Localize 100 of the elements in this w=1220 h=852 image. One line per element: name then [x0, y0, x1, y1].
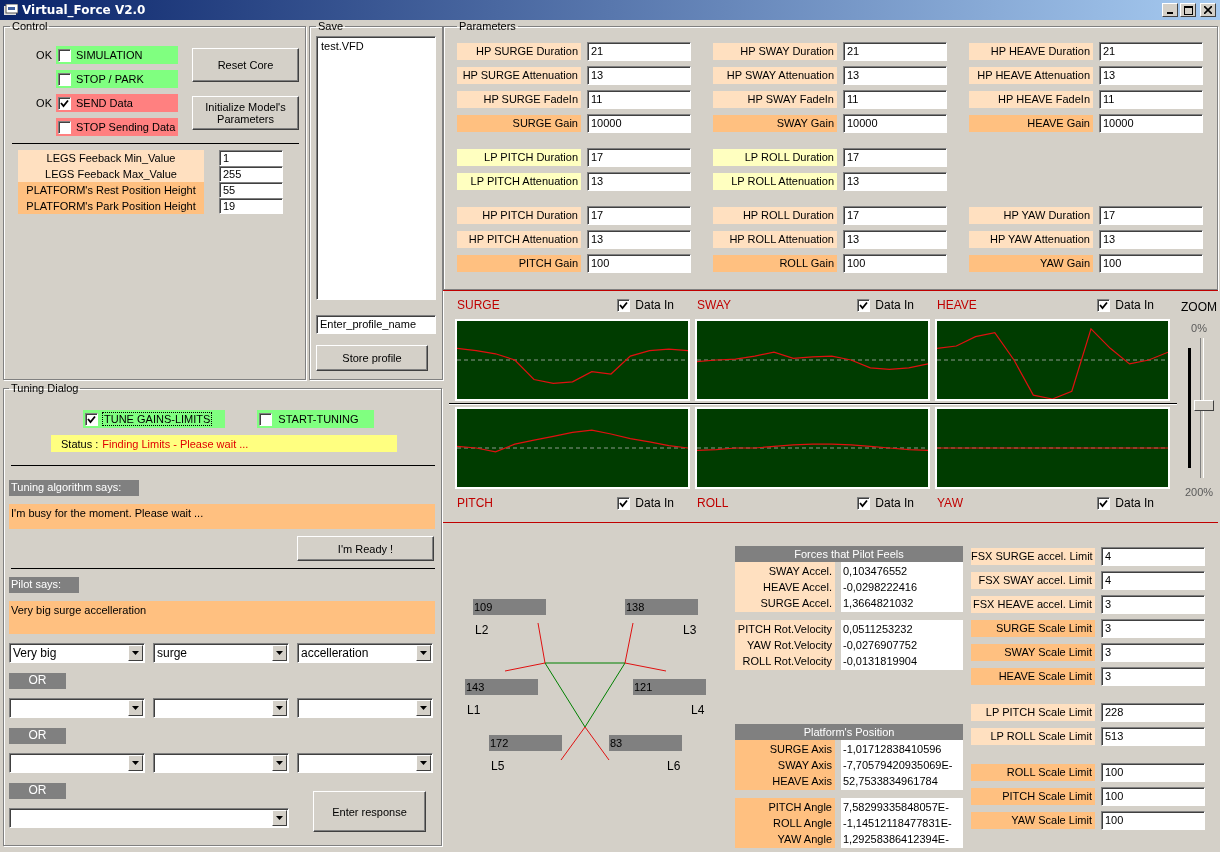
input-field[interactable]: 13 [587, 65, 691, 85]
checkbox[interactable] [58, 48, 71, 62]
input-field[interactable]: 100 [1099, 253, 1203, 273]
input-field[interactable]: 19 [219, 198, 283, 214]
checkbox-label[interactable]: Data In [875, 298, 914, 312]
input-field[interactable]: 3 [1101, 618, 1205, 638]
input-field[interactable]: 100 [1101, 810, 1205, 830]
parameter-label: HP PITCH Attenuation [457, 230, 581, 248]
dropdown[interactable] [9, 698, 145, 718]
input-field[interactable]: 10000 [587, 113, 691, 133]
input-field[interactable]: 100 [587, 253, 691, 273]
input-field[interactable]: 3 [1101, 594, 1205, 614]
input-field[interactable]: 513 [1101, 726, 1205, 746]
dropdown[interactable] [9, 753, 145, 773]
dropdown[interactable]: accelleration [297, 643, 433, 663]
checkbox-label[interactable]: SEND Data [76, 97, 133, 109]
input-field[interactable]: 17 [1099, 205, 1203, 225]
checkbox[interactable] [58, 96, 71, 110]
checkbox-label[interactable]: Data In [1115, 496, 1154, 510]
input-field[interactable]: Enter_profile_name [316, 315, 436, 334]
input-field[interactable]: 100 [1101, 786, 1205, 806]
close-button[interactable] [1200, 3, 1216, 17]
input-field[interactable]: 100 [1101, 762, 1205, 782]
dropdown[interactable] [297, 698, 433, 718]
dropdown[interactable] [153, 698, 289, 718]
maximize-button[interactable] [1180, 3, 1196, 17]
file-list[interactable]: test.VFD [316, 36, 436, 300]
leg-label: L3 [683, 623, 697, 637]
maximize-icon [1183, 5, 1193, 15]
input-field[interactable]: 21 [587, 41, 691, 61]
input-field[interactable]: 21 [1099, 41, 1203, 61]
input-field[interactable]: 17 [843, 205, 947, 225]
input-field[interactable]: 13 [843, 65, 947, 85]
input-field[interactable]: 11 [843, 89, 947, 109]
dropdown[interactable]: Very big [9, 643, 145, 663]
minimize-button[interactable] [1162, 3, 1178, 17]
input-field[interactable]: 17 [587, 205, 691, 225]
input-field[interactable]: 4 [1101, 546, 1205, 566]
action-button[interactable]: Reset Core [192, 48, 299, 82]
table-cell-text: HEAVE Accel. [762, 580, 832, 595]
checkbox[interactable] [617, 298, 631, 312]
window-title: Virtual_Force V2.0 [22, 3, 146, 17]
file-item[interactable]: test.VFD [319, 39, 433, 53]
parameter-label: HP SWAY Duration [713, 42, 837, 60]
leg-value: 109 [473, 599, 546, 615]
input-field[interactable]: 255 [219, 166, 283, 182]
input-field[interactable]: 13 [587, 171, 691, 191]
action-button[interactable]: Initialize Model's Parameters [192, 96, 299, 130]
input-field[interactable]: 228 [1101, 702, 1205, 722]
input-field[interactable]: 100 [843, 253, 947, 273]
checkbox-label[interactable]: Data In [1115, 298, 1154, 312]
checkbox[interactable] [1097, 496, 1111, 510]
table-cell-text: -0,0131819904 [843, 654, 918, 669]
checkbox-label[interactable]: STOP Sending Data [76, 121, 176, 133]
parameter-label: HP ROLL Attenuation [713, 230, 837, 248]
input-field[interactable]: 3 [1101, 666, 1205, 686]
input-field[interactable]: 13 [1099, 65, 1203, 85]
checkbox-label[interactable]: Data In [875, 496, 914, 510]
checkbox-label[interactable]: SIMULATION [76, 49, 143, 61]
checkbox[interactable] [857, 496, 871, 510]
input-field[interactable]: 4 [1101, 570, 1205, 590]
app-icon [4, 4, 18, 16]
store-profile-button[interactable]: Store profile [316, 345, 428, 371]
input-field[interactable]: 11 [587, 89, 691, 109]
input-field[interactable]: 10000 [843, 113, 947, 133]
ready-button[interactable]: I'm Ready ! [297, 536, 434, 561]
enter-response-button[interactable]: Enter response [313, 791, 426, 832]
checkbox[interactable] [857, 298, 871, 312]
dropdown[interactable] [9, 808, 289, 828]
checkbox[interactable] [1097, 298, 1111, 312]
input-field[interactable]: 17 [843, 147, 947, 167]
checkbox[interactable] [259, 412, 273, 426]
checkbox[interactable] [58, 72, 71, 86]
ok-status: OK [36, 97, 52, 109]
input-field[interactable]: 13 [587, 229, 691, 249]
checkbox[interactable] [617, 496, 631, 510]
input-field[interactable]: 13 [843, 229, 947, 249]
input-field[interactable]: 13 [1099, 229, 1203, 249]
input-field[interactable]: 1 [219, 150, 283, 166]
dropdown[interactable] [297, 753, 433, 773]
input-field[interactable]: 10000 [1099, 113, 1203, 133]
input-field[interactable]: 13 [843, 171, 947, 191]
checkbox-label[interactable]: STOP / PARK [76, 73, 144, 85]
input-field[interactable]: 17 [587, 147, 691, 167]
checkbox[interactable] [85, 412, 98, 426]
dropdown[interactable]: surge [153, 643, 289, 663]
checkbox-label[interactable]: TUNE GAINS-LIMITS [103, 413, 212, 425]
input-field[interactable]: 21 [843, 41, 947, 61]
slider-thumb[interactable] [1194, 400, 1214, 411]
checkbox-label[interactable]: Data In [635, 496, 674, 510]
checkbox[interactable] [58, 120, 71, 134]
zoom-max-label: 200% [1184, 486, 1214, 498]
table-cell-text: -1,14512118477831E- [843, 816, 953, 831]
dropdown[interactable] [153, 753, 289, 773]
table-cell-text: -7,70579420935069E- [843, 758, 954, 773]
checkbox-label[interactable]: Data In [635, 298, 674, 312]
checkbox-label[interactable]: START-TUNING [277, 413, 360, 425]
input-field[interactable]: 55 [219, 182, 283, 198]
input-field[interactable]: 11 [1099, 89, 1203, 109]
input-field[interactable]: 3 [1101, 642, 1205, 662]
